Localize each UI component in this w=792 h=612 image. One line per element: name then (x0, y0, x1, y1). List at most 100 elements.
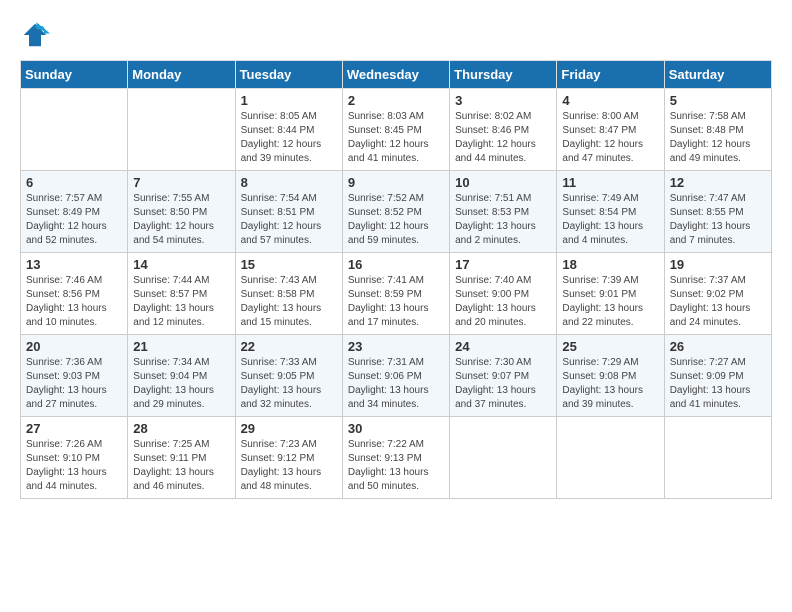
day-cell: 29 Sunrise: 7:23 AMSunset: 9:12 PMDayligh… (235, 417, 342, 499)
day-info: Sunrise: 7:49 AMSunset: 8:54 PMDaylight:… (562, 192, 658, 248)
day-number: 7 (133, 175, 229, 190)
week-row-5: 27 Sunrise: 7:26 AMSunset: 9:10 PMDayligh… (21, 417, 772, 499)
day-cell: 10 Sunrise: 7:51 AMSunset: 8:53 PMDayligh… (450, 171, 557, 253)
day-info: Sunrise: 7:57 AMSunset: 8:49 PMDaylight:… (26, 192, 122, 248)
day-cell: 15Sunrise: 7:43 AMSunset: 8:58 PMDayligh… (235, 253, 342, 335)
day-info: Sunrise: 7:27 AMSunset: 9:09 PMDaylight:… (670, 356, 766, 412)
day-cell: 22 Sunrise: 7:33 AMSunset: 9:05 PMDayligh… (235, 335, 342, 417)
day-cell: 25Sunrise: 7:29 AMSunset: 9:08 PMDayligh… (557, 335, 664, 417)
day-info: Sunrise: 7:26 AMSunset: 9:10 PMDaylight:… (26, 438, 122, 494)
day-number: 3 (455, 93, 551, 108)
day-info: Sunrise: 7:47 AMSunset: 8:55 PMDaylight:… (670, 192, 766, 248)
day-cell: 9 Sunrise: 7:52 AMSunset: 8:52 PMDaylight… (342, 171, 449, 253)
day-cell: 23 Sunrise: 7:31 AMSunset: 9:06 PMDayligh… (342, 335, 449, 417)
day-cell (128, 89, 235, 171)
day-info: Sunrise: 8:00 AMSunset: 8:47 PMDaylight:… (562, 110, 658, 166)
day-cell: 21 Sunrise: 7:34 AMSunset: 9:04 PMDayligh… (128, 335, 235, 417)
day-number: 26 (670, 339, 766, 354)
day-cell: 28 Sunrise: 7:25 AMSunset: 9:11 PMDayligh… (128, 417, 235, 499)
header-row: SundayMondayTuesdayWednesdayThursdayFrid… (21, 61, 772, 89)
day-cell: 1Sunrise: 8:05 AMSunset: 8:44 PMDaylight… (235, 89, 342, 171)
day-number: 9 (348, 175, 444, 190)
day-info: Sunrise: 7:25 AMSunset: 9:11 PMDaylight:… (133, 438, 229, 494)
day-cell: 30 Sunrise: 7:22 AMSunset: 9:13 PMDayligh… (342, 417, 449, 499)
day-number: 16 (348, 257, 444, 272)
day-cell: 19 Sunrise: 7:37 AMSunset: 9:02 PMDayligh… (664, 253, 771, 335)
day-info: Sunrise: 7:30 AMSunset: 9:07 PMDaylight:… (455, 356, 551, 412)
day-number: 5 (670, 93, 766, 108)
day-info: Sunrise: 7:51 AMSunset: 8:53 PMDaylight:… (455, 192, 551, 248)
day-number: 28 (133, 421, 229, 436)
day-number: 19 (670, 257, 766, 272)
day-info: Sunrise: 7:52 AMSunset: 8:52 PMDaylight:… (348, 192, 444, 248)
day-number: 23 (348, 339, 444, 354)
header-cell-tuesday: Tuesday (235, 61, 342, 89)
day-info: Sunrise: 8:03 AMSunset: 8:45 PMDaylight:… (348, 110, 444, 166)
logo-icon (20, 20, 50, 50)
day-info: Sunrise: 7:23 AMSunset: 9:12 PMDaylight:… (241, 438, 337, 494)
week-row-3: 13Sunrise: 7:46 AMSunset: 8:56 PMDayligh… (21, 253, 772, 335)
day-cell (557, 417, 664, 499)
day-cell: 20 Sunrise: 7:36 AMSunset: 9:03 PMDayligh… (21, 335, 128, 417)
header-cell-friday: Friday (557, 61, 664, 89)
day-number: 24 (455, 339, 551, 354)
day-number: 14 (133, 257, 229, 272)
day-cell: 11 Sunrise: 7:49 AMSunset: 8:54 PMDayligh… (557, 171, 664, 253)
day-cell: 18 Sunrise: 7:39 AMSunset: 9:01 PMDayligh… (557, 253, 664, 335)
day-number: 11 (562, 175, 658, 190)
day-number: 6 (26, 175, 122, 190)
day-cell: 13Sunrise: 7:46 AMSunset: 8:56 PMDayligh… (21, 253, 128, 335)
day-info: Sunrise: 7:36 AMSunset: 9:03 PMDaylight:… (26, 356, 122, 412)
header-cell-saturday: Saturday (664, 61, 771, 89)
day-cell: 14 Sunrise: 7:44 AMSunset: 8:57 PMDayligh… (128, 253, 235, 335)
day-info: Sunrise: 7:34 AMSunset: 9:04 PMDaylight:… (133, 356, 229, 412)
day-info: Sunrise: 7:40 AMSunset: 9:00 PMDaylight:… (455, 274, 551, 330)
day-info: Sunrise: 7:54 AMSunset: 8:51 PMDaylight:… (241, 192, 337, 248)
day-number: 17 (455, 257, 551, 272)
day-number: 4 (562, 93, 658, 108)
day-number: 20 (26, 339, 122, 354)
day-number: 29 (241, 421, 337, 436)
day-cell: 16 Sunrise: 7:41 AMSunset: 8:59 PMDayligh… (342, 253, 449, 335)
header (20, 20, 772, 50)
week-row-4: 20 Sunrise: 7:36 AMSunset: 9:03 PMDayligh… (21, 335, 772, 417)
day-cell: 17 Sunrise: 7:40 AMSunset: 9:00 PMDayligh… (450, 253, 557, 335)
day-cell: 26 Sunrise: 7:27 AMSunset: 9:09 PMDayligh… (664, 335, 771, 417)
day-number: 21 (133, 339, 229, 354)
day-cell: 4 Sunrise: 8:00 AMSunset: 8:47 PMDaylight… (557, 89, 664, 171)
day-cell: 2Sunrise: 8:03 AMSunset: 8:45 PMDaylight… (342, 89, 449, 171)
day-cell: 6 Sunrise: 7:57 AMSunset: 8:49 PMDaylight… (21, 171, 128, 253)
day-cell: 24 Sunrise: 7:30 AMSunset: 9:07 PMDayligh… (450, 335, 557, 417)
header-cell-monday: Monday (128, 61, 235, 89)
day-info: Sunrise: 7:46 AMSunset: 8:56 PMDaylight:… (26, 274, 122, 330)
day-number: 18 (562, 257, 658, 272)
day-info: Sunrise: 7:39 AMSunset: 9:01 PMDaylight:… (562, 274, 658, 330)
day-number: 10 (455, 175, 551, 190)
day-number: 22 (241, 339, 337, 354)
day-info: Sunrise: 7:37 AMSunset: 9:02 PMDaylight:… (670, 274, 766, 330)
day-info: Sunrise: 7:55 AMSunset: 8:50 PMDaylight:… (133, 192, 229, 248)
day-number: 30 (348, 421, 444, 436)
day-info: Sunrise: 8:05 AMSunset: 8:44 PMDaylight:… (241, 110, 337, 166)
calendar-table: SundayMondayTuesdayWednesdayThursdayFrid… (20, 60, 772, 499)
header-cell-sunday: Sunday (21, 61, 128, 89)
logo (20, 20, 54, 50)
day-number: 27 (26, 421, 122, 436)
day-cell (450, 417, 557, 499)
day-info: Sunrise: 7:44 AMSunset: 8:57 PMDaylight:… (133, 274, 229, 330)
day-info: Sunrise: 7:43 AMSunset: 8:58 PMDaylight:… (241, 274, 337, 330)
day-info: Sunrise: 7:58 AMSunset: 8:48 PMDaylight:… (670, 110, 766, 166)
day-info: Sunrise: 7:41 AMSunset: 8:59 PMDaylight:… (348, 274, 444, 330)
day-cell: 7 Sunrise: 7:55 AMSunset: 8:50 PMDaylight… (128, 171, 235, 253)
day-info: Sunrise: 7:22 AMSunset: 9:13 PMDaylight:… (348, 438, 444, 494)
day-info: Sunrise: 7:31 AMSunset: 9:06 PMDaylight:… (348, 356, 444, 412)
day-cell (664, 417, 771, 499)
day-cell (21, 89, 128, 171)
day-number: 12 (670, 175, 766, 190)
day-cell: 3Sunrise: 8:02 AMSunset: 8:46 PMDaylight… (450, 89, 557, 171)
day-cell: 27 Sunrise: 7:26 AMSunset: 9:10 PMDayligh… (21, 417, 128, 499)
header-cell-wednesday: Wednesday (342, 61, 449, 89)
day-cell: 5 Sunrise: 7:58 AMSunset: 8:48 PMDaylight… (664, 89, 771, 171)
day-number: 8 (241, 175, 337, 190)
day-info: Sunrise: 7:33 AMSunset: 9:05 PMDaylight:… (241, 356, 337, 412)
